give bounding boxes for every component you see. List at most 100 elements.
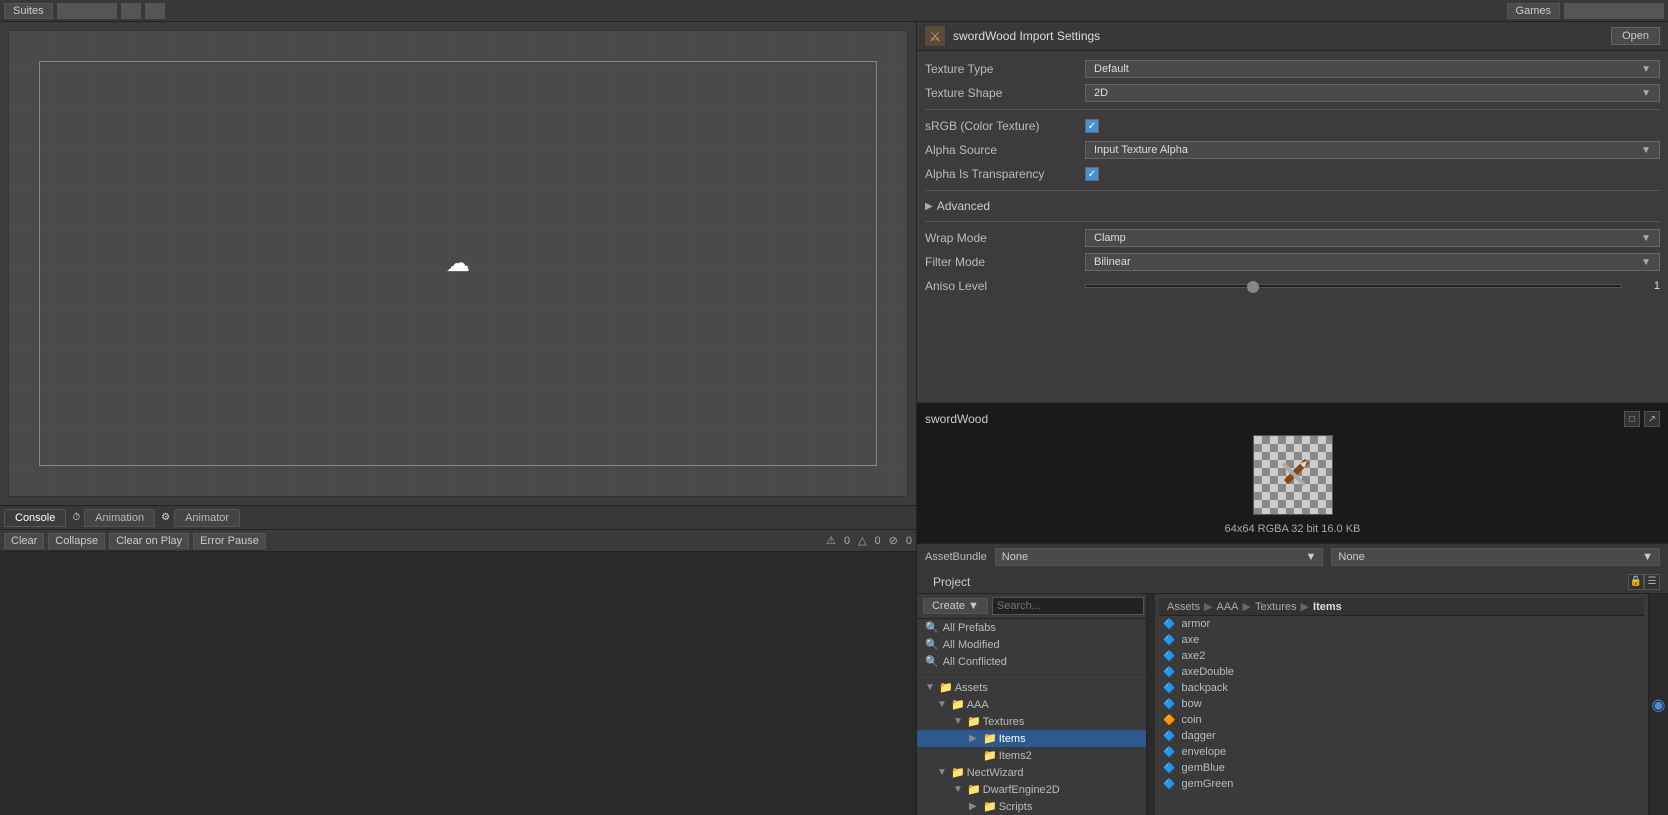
srgb-row: sRGB (Color Texture) ✓ — [925, 116, 1660, 136]
preview-info: 64x64 RGBA 32 bit 16.0 KB — [1225, 523, 1361, 535]
dropdown-arrow-6: ▼ — [1306, 551, 1317, 563]
aniso-slider-container: 1 — [1085, 280, 1660, 292]
file-icon-gemgreen: 🔷 — [1163, 779, 1175, 790]
console-toolbar: Clear Collapse Clear on Play Error Pause… — [0, 530, 916, 552]
tree-aaa[interactable]: ▼ 📁 AAA — [917, 696, 1146, 713]
folder-icon-textures: 📁 — [967, 715, 981, 728]
tab-console[interactable]: Console — [4, 509, 66, 527]
error-pause-button[interactable]: Error Pause — [193, 533, 266, 549]
toolbar-item-games[interactable]: Games — [1507, 3, 1560, 19]
folder-icon-scripts: 📁 — [983, 800, 997, 813]
advanced-label: Advanced — [937, 199, 990, 213]
filter-mode-dropdown[interactable]: Bilinear ▼ — [1085, 253, 1660, 271]
error-count: 0 — [875, 535, 881, 547]
inspector-body: Texture Type Default ▼ Texture Shape 2D … — [917, 51, 1668, 402]
list-item[interactable]: 🔷 bow — [1159, 696, 1644, 712]
breadcrumb-items[interactable]: Items — [1313, 601, 1342, 613]
alpha-transparency-checkbox[interactable]: ✓ — [1085, 167, 1099, 181]
advanced-section-header[interactable]: ▶ Advanced — [925, 197, 1660, 215]
assetbundle-dropdown-2[interactable]: None ▼ — [1331, 548, 1660, 566]
texture-type-label: Texture Type — [925, 62, 1085, 76]
assetbundle-dropdown-1[interactable]: None ▼ — [995, 548, 1324, 566]
list-item[interactable]: 🔷 gemBlue — [1159, 760, 1644, 776]
list-item[interactable]: 🔷 gemGreen — [1159, 776, 1644, 792]
tree-textures[interactable]: ▼ 📁 Textures — [917, 713, 1146, 730]
file-icon-envelope: 🔷 — [1163, 747, 1175, 758]
wrap-mode-dropdown[interactable]: Clamp ▼ — [1085, 229, 1660, 247]
expand-icon-items: ▶ — [969, 733, 981, 744]
tree-items[interactable]: ▶ 📁 Items — [917, 730, 1146, 747]
breadcrumb-aaa[interactable]: AAA — [1216, 601, 1238, 613]
preview-expand-btn[interactable]: ↗ — [1644, 411, 1660, 427]
tab-project[interactable]: Project — [925, 575, 978, 589]
tree-nectwizard[interactable]: ▼ 📁 NectWizard — [917, 764, 1146, 781]
inspector-title: swordWood Import Settings — [953, 29, 1603, 43]
scene-view[interactable]: ☁ — [8, 30, 908, 497]
tab-animator[interactable]: Animator — [174, 509, 240, 527]
dropdown-arrow-5: ▼ — [1641, 257, 1651, 268]
tree-scripts[interactable]: ▶ 📁 Scripts — [917, 798, 1146, 815]
tree-dwarfengine[interactable]: ▼ 📁 DwarfEngine2D — [917, 781, 1146, 798]
inspector-icon: ⚔ — [925, 26, 945, 46]
divider-3 — [925, 221, 1660, 222]
project-tree: Create ▼ 🔍 All Prefabs 🔍 All Modified — [917, 594, 1147, 815]
list-item[interactable]: 🔷 envelope — [1159, 744, 1644, 760]
folder-icon-aaa: 📁 — [951, 698, 965, 711]
filter-all-conflicted[interactable]: 🔍 All Conflicted — [917, 653, 1146, 670]
project-tabs: Project 🔒 ☰ — [917, 570, 1668, 594]
alpha-source-label: Alpha Source — [925, 143, 1085, 157]
top-toolbar: Suites Games — [0, 0, 1668, 22]
folder-icon-dwarfengine: 📁 — [967, 783, 981, 796]
filter-all-prefabs[interactable]: 🔍 All Prefabs — [917, 619, 1146, 636]
folder-icon-nectwizard: 📁 — [951, 766, 965, 779]
project-menu-btn[interactable]: ☰ — [1644, 574, 1660, 590]
tab-animation[interactable]: Animation — [84, 509, 155, 527]
alpha-transparency-label: Alpha Is Transparency — [925, 167, 1085, 181]
preview-maximize-btn[interactable]: □ — [1624, 411, 1640, 427]
info-count: 0 — [906, 535, 912, 547]
clear-button[interactable]: Clear — [4, 533, 44, 549]
open-button[interactable]: Open — [1611, 27, 1660, 45]
breadcrumb-arrow-2: ▶ — [1243, 600, 1251, 613]
tree-items2[interactable]: 📁 Items2 — [917, 747, 1146, 764]
main-area: ☁ Console ⏱ Animation ⚙ Animator Clear C… — [0, 22, 1668, 815]
project-create-bar: Create ▼ — [917, 594, 1146, 619]
breadcrumb-textures[interactable]: Textures — [1255, 601, 1297, 613]
dropdown-arrow-2: ▼ — [1641, 88, 1651, 99]
file-icon-bow: 🔷 — [1163, 699, 1175, 710]
collapse-button[interactable]: Collapse — [48, 533, 105, 549]
wrap-mode-row: Wrap Mode Clamp ▼ — [925, 228, 1660, 248]
project-file-list: Assets ▶ AAA ▶ Textures ▶ Items 🔷 armor — [1155, 594, 1648, 815]
create-button[interactable]: Create ▼ — [923, 598, 988, 614]
filter-all-modified[interactable]: 🔍 All Modified — [917, 636, 1146, 653]
texture-type-dropdown[interactable]: Default ▼ — [1085, 60, 1660, 78]
tree-assets[interactable]: ▼ 📁 Assets — [917, 679, 1146, 696]
aniso-slider-thumb — [1247, 281, 1259, 293]
filter-mode-label: Filter Mode — [925, 255, 1085, 269]
console-status: ⚠ 0 △ 0 ⊘ 0 — [826, 534, 912, 547]
alpha-source-dropdown[interactable]: Input Texture Alpha ▼ — [1085, 141, 1660, 159]
toolbar-item-suites[interactable]: Suites — [4, 3, 53, 19]
list-item[interactable]: 🔷 backpack — [1159, 680, 1644, 696]
aniso-slider[interactable] — [1085, 284, 1622, 288]
clear-on-play-button[interactable]: Clear on Play — [109, 533, 189, 549]
list-item[interactable]: 🔷 axeDouble — [1159, 664, 1644, 680]
breadcrumb-assets[interactable]: Assets — [1167, 601, 1200, 613]
srgb-checkbox[interactable]: ✓ — [1085, 119, 1099, 133]
wrap-mode-value: Clamp ▼ — [1085, 229, 1660, 247]
right-edge-icon[interactable]: ◉ — [1652, 695, 1666, 715]
list-item[interactable]: 🔷 armor — [1159, 616, 1644, 632]
wrap-mode-label: Wrap Mode — [925, 231, 1085, 245]
search-input[interactable] — [992, 597, 1144, 615]
preview-header: swordWood □ ↗ — [925, 411, 1660, 427]
inspector-header: ⚔ swordWood Import Settings Open — [917, 22, 1668, 51]
file-icon-coin: 🔶 — [1163, 715, 1175, 726]
list-item[interactable]: 🔷 axe2 — [1159, 648, 1644, 664]
list-item[interactable]: 🔶 coin — [1159, 712, 1644, 728]
texture-shape-dropdown[interactable]: 2D ▼ — [1085, 84, 1660, 102]
tree-scrollbar[interactable] — [1147, 594, 1155, 815]
list-item[interactable]: 🔷 axe — [1159, 632, 1644, 648]
project-lock-btn[interactable]: 🔒 — [1628, 574, 1644, 590]
alpha-transparency-row: Alpha Is Transparency ✓ — [925, 164, 1660, 184]
list-item[interactable]: 🔷 dagger — [1159, 728, 1644, 744]
